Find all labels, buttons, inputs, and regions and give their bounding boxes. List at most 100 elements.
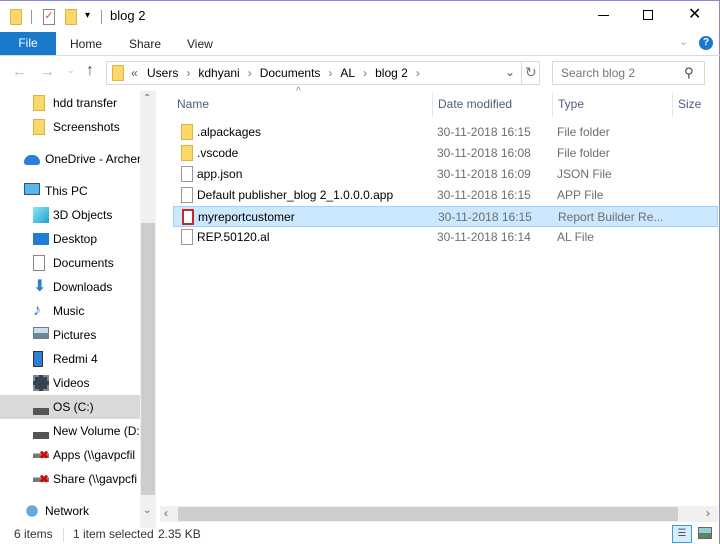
computer-icon [24,183,40,195]
nav-item[interactable]: ✖ Share (\\gavpcfi [0,467,140,491]
scroll-thumb[interactable] [141,223,155,495]
large-icons-view-icon[interactable] [698,527,712,539]
crumb-blog2[interactable]: blog 2 [375,66,408,80]
crumb-documents[interactable]: Documents [260,66,321,80]
column-name[interactable]: Name [177,97,209,111]
nav-item[interactable]: OS (C:) [0,395,140,419]
videos-icon [33,375,49,391]
customize-toolbar-icon[interactable]: ▾ [85,10,90,21]
properties-icon[interactable]: ✓ [43,9,55,25]
file-type: Report Builder Re... [558,210,664,224]
chevron-right-icon: › [415,66,420,80]
close-icon[interactable]: ✕ [688,4,701,24]
nav-item-label: Videos [53,376,90,390]
file-name: .alpackages [197,125,262,139]
crumb-kdhyani[interactable]: kdhyani [198,66,239,80]
search-icon[interactable]: ⚲ [684,65,694,81]
folder-icon [181,145,193,161]
nav-item[interactable]: Screenshots [0,115,140,139]
chevron-right-icon: › [363,66,368,80]
nav-item[interactable]: hdd transfer [0,91,140,115]
cube-icon [33,207,49,223]
nav-item[interactable]: 3D Objects [0,203,140,227]
nav-item-label: OneDrive - Archer [45,152,140,166]
nav-item-label: Desktop [53,232,98,246]
address-bar[interactable]: « Users › kdhyani › Documents › AL › blog 2 › ⌄ ↻ [106,61,540,85]
file-date: 30-11-2018 16:15 [437,188,531,202]
horizontal-scrollbar[interactable]: ‹ › [160,506,718,522]
divider[interactable] [432,93,433,117]
item-count: 6 items [14,527,53,541]
forward-icon[interactable]: → [40,63,55,80]
file-icon [181,166,193,182]
details-view-icon[interactable]: ☰ [672,525,692,543]
nav-item[interactable]: ♪ Music [0,299,140,323]
column-type[interactable]: Type [558,97,584,111]
divider[interactable] [672,93,673,117]
scroll-left-icon[interactable]: ‹ [164,506,168,520]
tab-view[interactable]: View [187,37,213,51]
tab-home[interactable]: Home [70,37,102,51]
nav-item[interactable]: New Volume (D:) [0,419,140,443]
divider[interactable] [552,93,553,117]
report-icon [182,209,194,225]
nav-item-label: hdd transfer [53,96,118,110]
file-row[interactable]: REP.50120.al 30-11-2018 16:14 AL File [173,227,718,248]
divider [521,62,522,84]
scroll-thumb[interactable] [178,507,678,521]
nav-item[interactable]: ⬇ Downloads [0,275,140,299]
minimize-icon[interactable] [598,15,609,16]
tab-share[interactable]: Share [129,37,161,51]
column-size[interactable]: Size [678,97,701,111]
file-row[interactable]: app.json 30-11-2018 16:09 JSON File [173,164,718,185]
file-type: AL File [557,230,594,244]
tab-file[interactable]: File [0,32,56,55]
scroll-up-icon[interactable]: ⌃ [143,93,151,104]
overflow-icon[interactable]: « [131,66,138,80]
expand-ribbon-icon[interactable]: ⌄ [679,35,688,48]
scroll-right-icon[interactable]: › [706,506,710,520]
file-row[interactable]: myreportcustomer 30-11-2018 16:15 Report B… [173,206,718,227]
scroll-down-icon[interactable]: ⌄ [143,505,151,516]
nav-item[interactable]: Videos [0,371,140,395]
file-icon [181,229,193,245]
breadcrumb: Users › kdhyani › Documents › AL › blog 2 › [147,66,428,80]
help-icon[interactable]: ? [699,36,713,50]
file-type: File folder [557,125,610,139]
maximize-icon[interactable] [643,10,653,20]
nav-item[interactable]: OneDrive - Archer [0,147,140,171]
nav-scrollbar[interactable]: ⌃ ⌄ [140,91,156,528]
file-name: REP.50120.al [197,230,270,244]
nav-item[interactable]: Network [0,499,140,523]
nav-item[interactable]: Redmi 4 [0,347,140,371]
documents-icon [33,255,45,271]
nav-item[interactable]: Documents [0,251,140,275]
chevron-right-icon: › [186,66,191,80]
refresh-icon[interactable]: ↻ [525,64,537,81]
nav-item[interactable]: ✖ Apps (\\gavpcfil [0,443,140,467]
folder-icon [181,124,193,140]
search-input[interactable]: Search blog 2 ⚲ [552,61,705,85]
nav-item[interactable]: Desktop [0,227,140,251]
file-date: 30-11-2018 16:15 [437,125,531,139]
nav-item[interactable]: This PC [0,179,140,203]
window-title: blog 2 [110,8,146,23]
nav-item-label: Downloads [53,280,113,294]
crumb-al[interactable]: AL [340,66,355,80]
selection-size: 2.35 KB [158,527,201,541]
address-dropdown-icon[interactable]: ⌄ [505,65,515,79]
recent-locations-icon[interactable]: ⌄ [67,65,75,76]
nav-item-label: Music [53,304,85,318]
crumb-users[interactable]: Users [147,66,178,80]
nav-item-label: OS (C:) [53,400,94,414]
file-row[interactable]: Default publisher_blog 2_1.0.0.0.app 30-1… [173,185,718,206]
file-row[interactable]: .alpackages 30-11-2018 16:15 File folder [173,122,718,143]
new-folder-icon[interactable] [65,9,77,25]
file-icon [181,187,193,203]
column-date-modified[interactable]: Date modified [438,97,512,111]
nav-item-label: Share (\\gavpcfi [53,472,138,486]
back-icon[interactable]: ← [12,63,27,80]
up-icon[interactable]: ↑ [86,62,94,80]
file-row[interactable]: .vscode 30-11-2018 16:08 File folder [173,143,718,164]
nav-item[interactable]: Pictures [0,323,140,347]
